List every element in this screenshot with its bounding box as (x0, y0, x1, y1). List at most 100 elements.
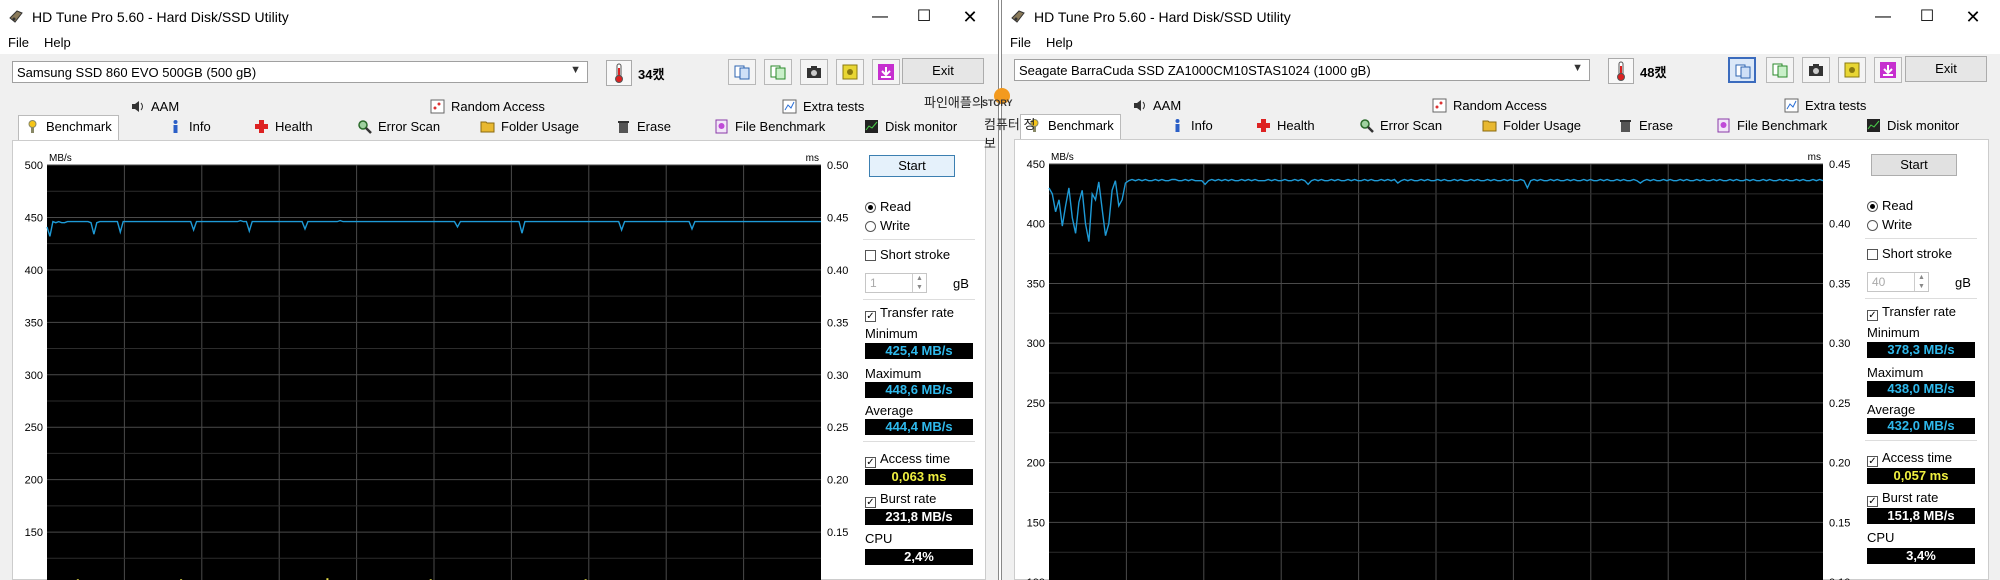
y-tick-label: 300 (25, 370, 43, 382)
tab-folder-usage[interactable]: Folder Usage (480, 117, 579, 137)
stroke-size-stepper[interactable]: 40 ▲ ▼ (1867, 272, 1929, 292)
toolbar: Seagate BarraCuda SSD ZA1000CM10STAS1024… (1002, 54, 2000, 94)
access-time-value: 0,057 ms (1867, 468, 1975, 484)
start-button[interactable]: Start (1871, 154, 1957, 176)
drive-select-value: Seagate BarraCuda SSD ZA1000CM10STAS1024… (1019, 63, 1371, 78)
tab-erase[interactable]: Erase (616, 117, 671, 137)
download-icon[interactable] (872, 59, 900, 85)
separator (1865, 298, 1977, 299)
copy-text-button[interactable] (764, 59, 792, 85)
camera-icon[interactable] (800, 59, 828, 85)
average-label: Average (1867, 402, 1916, 417)
menu-file[interactable]: File (8, 35, 29, 50)
separator (1865, 238, 1977, 239)
info-icon (168, 119, 183, 134)
close-icon[interactable]: ✕ (950, 4, 990, 30)
access-time-value: 0,063 ms (865, 469, 973, 485)
y-tick-label: 200 (1027, 458, 1045, 470)
close-icon[interactable]: ✕ (1953, 4, 1993, 30)
stroke-unit: gB (953, 276, 969, 291)
tab-file-benchmark[interactable]: File Benchmark (1716, 116, 1827, 136)
options-icon[interactable] (836, 59, 864, 85)
copy-text-button[interactable] (1766, 57, 1794, 83)
chevron-down-icon: ▼ (1572, 62, 1583, 74)
y-tick-label: 350 (1027, 278, 1045, 290)
transfer-rate-checkbox[interactable]: ✓ Transfer rate (1867, 304, 1956, 321)
camera-icon[interactable] (1802, 57, 1830, 83)
chart-icon (782, 99, 797, 114)
burst-rate-checkbox[interactable]: ✓ Burst rate (1867, 490, 1938, 507)
burst-rate-checkbox[interactable]: ✓ Burst rate (865, 491, 936, 508)
watermark-line2: STORY (982, 98, 1013, 108)
tab-disk-monitor[interactable]: Disk monitor (1866, 116, 1959, 136)
file-benchmark-icon (1716, 118, 1731, 133)
transfer-rate-checkbox[interactable]: ✓ Transfer rate (865, 305, 954, 322)
y2-tick-label: 0.40 (827, 265, 848, 277)
grid-chart-icon (430, 99, 445, 114)
write-radio[interactable]: Write (1867, 217, 1912, 232)
tab-erase[interactable]: Erase (1618, 116, 1673, 136)
tab-random-access[interactable]: Random Access (1432, 96, 1547, 116)
download-icon[interactable] (1874, 57, 1902, 83)
menu-file[interactable]: File (1010, 35, 1031, 50)
minimum-value: 425,4 MB/s (865, 343, 973, 359)
read-radio[interactable]: Read (1867, 198, 1913, 213)
title-bar: HD Tune Pro 5.60 - Hard Disk/SSD Utility… (1002, 0, 2000, 34)
menu-help[interactable]: Help (44, 35, 71, 50)
hdtune-app-icon (8, 9, 24, 25)
temperature-value: 34캤 (638, 67, 665, 82)
tabs-row-bottom: Benchmark Info Health Error Scan Folder … (12, 115, 986, 140)
tab-health[interactable]: Health (1256, 116, 1315, 136)
tab-aam[interactable]: AAM (1132, 96, 1181, 116)
tab-extra-tests[interactable]: Extra tests (782, 97, 864, 117)
tab-folder-usage[interactable]: Folder Usage (1482, 116, 1581, 136)
y2-tick-label: 0.45 (827, 212, 848, 224)
tab-extra-tests[interactable]: Extra tests (1784, 96, 1866, 116)
hdtune-app-icon (1010, 9, 1026, 25)
cpu-usage-value: 3,4% (1867, 548, 1975, 564)
access-time-checkbox[interactable]: ✓ Access time (865, 451, 950, 468)
info-icon (1170, 118, 1185, 133)
menu-help[interactable]: Help (1046, 35, 1073, 50)
exit-button[interactable]: Exit (902, 58, 984, 84)
maximum-label: Maximum (1867, 365, 1924, 380)
minimize-icon[interactable]: — (1863, 4, 1903, 30)
tab-random-access[interactable]: Random Access (430, 97, 545, 117)
toolbar: Samsung SSD 860 EVO 500GB (500 gB) ▼ 34캤… (0, 56, 998, 96)
tab-info[interactable]: Info (1170, 116, 1213, 136)
write-radio[interactable]: Write (865, 218, 910, 233)
minimum-label: Minimum (1867, 325, 1920, 340)
maximize-icon[interactable]: ☐ (904, 4, 944, 30)
tab-health[interactable]: Health (254, 117, 313, 137)
read-radio[interactable]: Read (865, 199, 911, 214)
tab-error-scan[interactable]: Error Scan (1359, 116, 1442, 136)
tab-error-scan[interactable]: Error Scan (357, 117, 440, 137)
maximize-icon[interactable]: ☐ (1907, 4, 1947, 30)
drive-select[interactable]: Seagate BarraCuda SSD ZA1000CM10STAS1024… (1014, 59, 1590, 81)
menu-bar: File Help (1002, 34, 2000, 54)
options-icon[interactable] (1838, 57, 1866, 83)
start-button[interactable]: Start (869, 155, 955, 177)
stepper-arrows-icon[interactable]: ▲ ▼ (912, 274, 926, 292)
tab-aam[interactable]: AAM (130, 97, 179, 117)
tab-info[interactable]: Info (168, 117, 211, 137)
exit-button[interactable]: Exit (1905, 56, 1987, 82)
copy-info-button[interactable] (728, 59, 756, 85)
stepper-arrows-icon[interactable]: ▲ ▼ (1914, 273, 1928, 291)
tab-benchmark[interactable]: Benchmark (18, 115, 119, 140)
watermark-line1: 파인애플의 (924, 95, 984, 110)
tabs-row-top: AAM Random Access Extra tests (12, 97, 986, 117)
copy-info-button[interactable] (1728, 57, 1756, 83)
minimize-icon[interactable]: — (860, 4, 900, 30)
stroke-size-stepper[interactable]: 1 ▲ ▼ (865, 273, 927, 293)
average-value: 432,0 MB/s (1867, 418, 1975, 434)
access-time-checkbox[interactable]: ✓ Access time (1867, 450, 1952, 467)
minimum-value: 378,3 MB/s (1867, 342, 1975, 358)
tab-file-benchmark[interactable]: File Benchmark (714, 117, 825, 137)
grid-chart-icon (1432, 98, 1447, 113)
monitor-chart-icon (864, 119, 879, 134)
trash-icon (1618, 118, 1633, 133)
short-stroke-checkbox[interactable]: Short stroke (1867, 246, 1952, 261)
drive-select[interactable]: Samsung SSD 860 EVO 500GB (500 gB) ▼ (12, 61, 588, 83)
short-stroke-checkbox[interactable]: Short stroke (865, 247, 950, 262)
